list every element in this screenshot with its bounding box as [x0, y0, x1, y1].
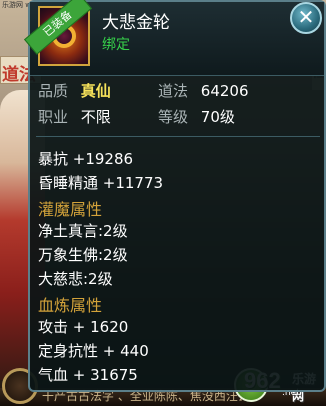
class-label: 职业 [38, 108, 69, 126]
class-row: 职业 不限 [38, 106, 111, 127]
divider [36, 136, 320, 137]
xuelian-section-title: 血炼属性 [38, 296, 103, 315]
item-tooltip-panel: 已装备 大悲金轮 绑定 ✕ 品质 真仙 道法 64206 职业 不限 等级 70… [23, 0, 326, 392]
level-row: 等级 70级 [158, 106, 235, 127]
stat-line: 昏睡精通 +11773 [38, 174, 164, 192]
bind-status: 绑定 [102, 37, 130, 53]
daofa-row: 道法 64206 [158, 80, 249, 101]
xuelian-attr: 攻击 + 1620 [38, 318, 129, 336]
xuelian-attr: 气血 + 31675 [38, 366, 138, 384]
level-value: 70级 [200, 108, 235, 126]
daofa-value: 64206 [200, 82, 249, 100]
guanmo-attr: 大慈悲:2级 [38, 270, 113, 288]
daofa-label: 道法 [158, 82, 189, 100]
guanmo-attr: 净土真言:2级 [38, 222, 128, 240]
class-value: 不限 [80, 108, 111, 126]
guanmo-attr: 万象生佛:2级 [38, 246, 128, 264]
stat-line: 暴抗 +19286 [38, 150, 134, 168]
level-label: 等级 [158, 108, 189, 126]
item-header: 已装备 大悲金轮 绑定 ✕ [23, 0, 324, 76]
quality-row: 品质 真仙 [38, 80, 111, 101]
quality-label: 品质 [38, 82, 69, 100]
item-name: 大悲金轮 [102, 13, 170, 33]
quality-value: 真仙 [80, 82, 111, 100]
close-button[interactable]: ✕ [290, 2, 322, 34]
xuelian-attr: 定身抗性 + 440 [38, 342, 149, 360]
wheel-item-icon: 已装备 [23, 0, 93, 66]
guanmo-section-title: 灌魔属性 [38, 200, 103, 219]
